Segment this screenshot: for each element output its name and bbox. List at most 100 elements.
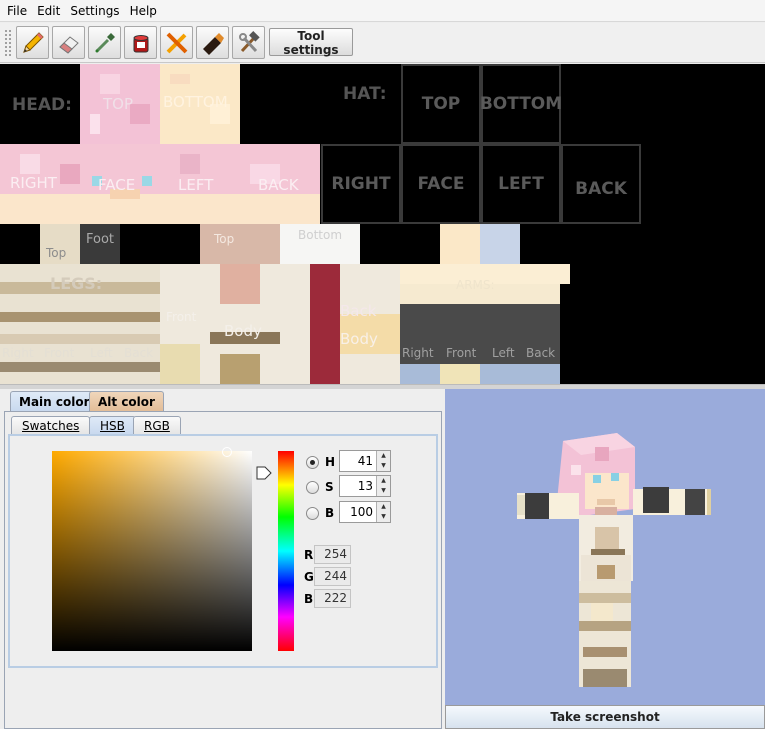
skin-texture-canvas[interactable]: HEAD: TOP BOTTOM HAT: TOP BOTTOM RIGHT F… [0, 64, 765, 384]
brightness-radio-row[interactable]: B [306, 502, 339, 524]
hat-bottom-region: BOTTOM [479, 64, 563, 144]
saturation-up-arrow-icon[interactable]: ▲ [377, 476, 390, 486]
saturation-value[interactable]: 13 [358, 479, 373, 493]
pencil-cross-icon [166, 32, 187, 53]
red-value: 254 [314, 545, 351, 564]
menu-settings[interactable]: Settings [65, 0, 124, 22]
menubar: File Edit Settings Help [0, 0, 765, 22]
hat-left-label: LEFT [498, 174, 544, 194]
hue-down-arrow-icon[interactable]: ▼ [377, 461, 390, 471]
hue-radio-label: H [325, 455, 336, 469]
eraser-tool-button[interactable] [52, 26, 85, 59]
brightness-radio[interactable] [306, 506, 319, 520]
body-front-label: Front [166, 310, 197, 324]
menu-edit[interactable]: Edit [32, 0, 65, 22]
body-top-label: Top [214, 232, 235, 246]
hue-slider-strip[interactable] [278, 451, 294, 651]
eyedropper-tool-button[interactable] [88, 26, 121, 59]
arm-right-label: Right [402, 346, 434, 360]
brightness-radio-label: B [325, 506, 335, 520]
arm-left-label: Left [492, 346, 515, 360]
brush-icon [202, 32, 224, 55]
menu-file[interactable]: File [2, 0, 32, 22]
head-right-label: RIGHT [10, 174, 57, 192]
hat-bottom-label: BOTTOM [479, 94, 563, 114]
hat-back-region: BACK [561, 144, 641, 224]
tab-main-color[interactable]: Main color [10, 391, 99, 412]
head-back-label: BACK [258, 176, 299, 194]
character-model [517, 433, 711, 687]
hue-radio-row[interactable]: H [306, 451, 339, 473]
saturation-radio[interactable] [306, 480, 319, 494]
body-back-body-label: Body [340, 330, 378, 348]
legs-label: LEGS: [50, 274, 103, 293]
blue-label: B [304, 592, 314, 606]
color-picker-marker[interactable] [222, 447, 232, 457]
hat-top-label: TOP [421, 94, 461, 114]
hue-up-arrow-icon[interactable]: ▲ [377, 451, 390, 461]
tab-swatches[interactable]: Swatches [11, 416, 91, 435]
blue-row: B [304, 589, 314, 609]
green-row: G [304, 567, 314, 587]
body-back-label: Back [340, 302, 377, 320]
pencil-cross-tool-button[interactable] [160, 26, 193, 59]
eyedropper-icon [95, 32, 115, 52]
hat-face-label: FACE [417, 174, 465, 194]
red-row: R [304, 545, 314, 565]
green-label: G [304, 570, 314, 584]
hammer-wrench-tool-button[interactable] [232, 26, 265, 59]
brightness-spinner[interactable]: 100 ▲ ▼ [339, 501, 391, 523]
tab-hsb[interactable]: HSB [89, 416, 136, 435]
head-top-label: TOP [103, 95, 134, 113]
toolbar: Tool settings [0, 23, 765, 63]
hammer-wrench-icon [238, 30, 260, 52]
red-label: R [304, 548, 314, 562]
arm-back-label: Back [526, 346, 556, 360]
hue-radio[interactable] [306, 455, 319, 469]
arm-bottom-region [480, 224, 520, 264]
brightness-down-arrow-icon[interactable]: ▼ [377, 512, 390, 522]
saturation-radio-label: S [325, 480, 334, 494]
hue-value[interactable]: 41 [358, 454, 373, 468]
hue-slider-arrow-icon[interactable] [256, 466, 272, 480]
head-label: HEAD: [12, 95, 72, 115]
brush-tool-button[interactable] [196, 26, 229, 59]
head-face-label: FACE [98, 176, 136, 194]
hat-right-label: RIGHT [331, 174, 391, 194]
saturation-spinner[interactable]: 13 ▲ ▼ [339, 475, 391, 497]
skin-3d-preview[interactable] [445, 389, 765, 705]
menu-help[interactable]: Help [125, 0, 162, 22]
toolbar-grip[interactable] [4, 29, 12, 57]
arms-label: ARMS: [456, 278, 495, 292]
paint-bucket-icon [133, 34, 148, 52]
hat-right-region: RIGHT [321, 144, 401, 224]
green-value: 244 [314, 567, 351, 586]
pencil-icon [22, 31, 44, 53]
hat-back-label: BACK [575, 179, 627, 199]
saturation-radio-row[interactable]: S [306, 476, 339, 498]
saturation-down-arrow-icon[interactable]: ▼ [377, 486, 390, 496]
body-bottom-label: Bottom [298, 228, 343, 242]
head-left-label: LEFT [178, 176, 214, 194]
tab-rgb[interactable]: RGB [133, 416, 181, 435]
hat-top-region: TOP [401, 64, 481, 144]
paint-bucket-tool-button[interactable] [124, 26, 157, 59]
saturation-brightness-square[interactable] [52, 451, 252, 651]
blue-value: 222 [314, 589, 351, 608]
brightness-up-arrow-icon[interactable]: ▲ [377, 502, 390, 512]
pencil-tool-button[interactable] [16, 26, 49, 59]
leg-foot-label: Foot [86, 232, 115, 247]
body-top-region [200, 224, 280, 264]
hue-spinner[interactable]: 41 ▲ ▼ [339, 450, 391, 472]
tool-settings-button[interactable]: Tool settings [269, 28, 353, 57]
arm-front-label: Front [446, 346, 477, 360]
head-bottom-label: BOTTOM [163, 93, 228, 111]
take-screenshot-button[interactable]: Take screenshot [445, 705, 765, 729]
leg-top-label: Top [46, 246, 67, 260]
eraser-icon [58, 35, 79, 54]
leg-back-label: Back [124, 346, 154, 360]
tab-alt-color[interactable]: Alt color [89, 391, 164, 412]
leg-front-label: Front [44, 346, 75, 360]
hat-label: HAT: [343, 84, 387, 104]
brightness-value[interactable]: 100 [350, 505, 373, 519]
